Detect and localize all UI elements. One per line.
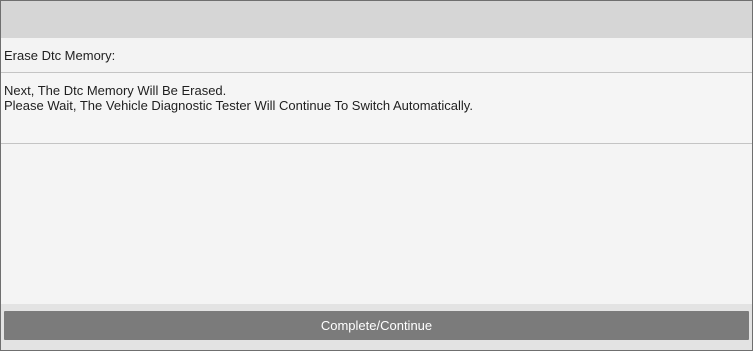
message-panel: Next, The Dtc Memory Will Be Erased. Ple…: [1, 73, 752, 144]
diagnostic-screen: Erase Dtc Memory: Next, The Dtc Memory W…: [0, 0, 753, 351]
content-area: [1, 144, 752, 304]
section-heading: Erase Dtc Memory:: [4, 48, 116, 63]
heading-row: Erase Dtc Memory:: [1, 38, 752, 73]
title-bar: [1, 1, 752, 38]
message-line-2: Please Wait, The Vehicle Diagnostic Test…: [4, 98, 473, 113]
complete-continue-button[interactable]: Complete/Continue: [4, 311, 749, 340]
message-line-1: Next, The Dtc Memory Will Be Erased.: [4, 83, 227, 98]
button-bar: Complete/Continue: [1, 304, 752, 350]
